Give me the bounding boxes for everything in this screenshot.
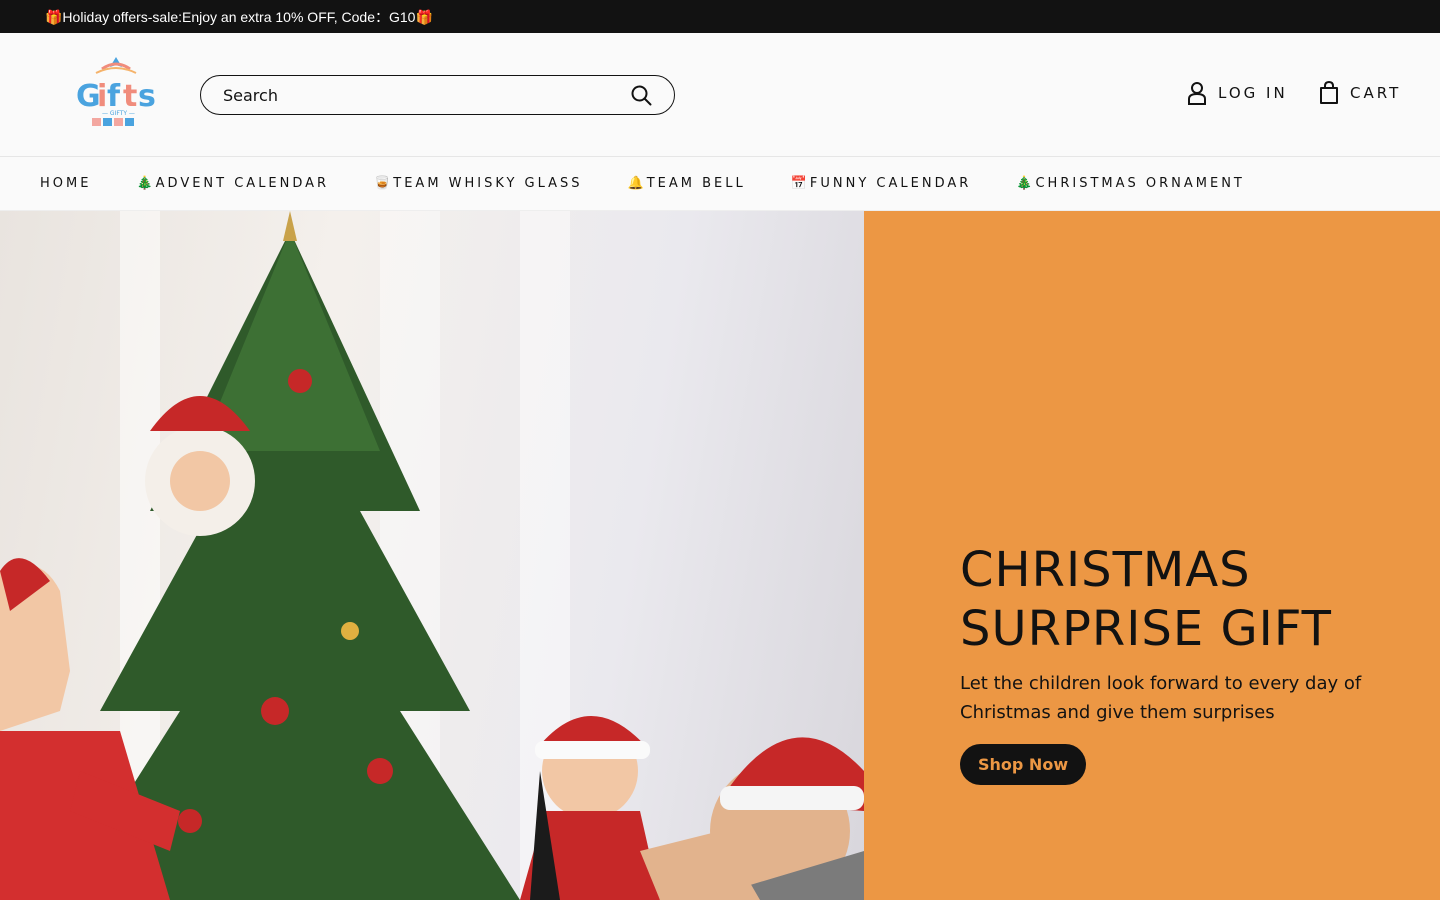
cart-label: CART (1350, 84, 1402, 102)
shop-now-button[interactable]: Shop Now (960, 744, 1087, 785)
nav-item-funny-calendar[interactable]: 📅FUNNY CALENDAR (791, 176, 972, 191)
user-icon (1188, 82, 1206, 105)
hero-panel: CHRISTMAS SURPRISE GIFT Let the children… (864, 211, 1440, 900)
search-icon (631, 85, 651, 105)
main-navigation: HOME 🎄ADVENT CALENDAR 🥃TEAM WHISKY GLASS… (0, 157, 1440, 211)
hero-title-line-2: SURPRISE GIFT (960, 601, 1332, 657)
search-box[interactable] (200, 75, 675, 115)
site-logo[interactable]: G i f t s — GIFTY — (72, 53, 160, 129)
hero-image (0, 211, 864, 900)
hero-content: CHRISTMAS SURPRISE GIFT Let the children… (960, 541, 1380, 785)
announcement-bar: 🎁Holiday offers-sale:Enjoy an extra 10% … (0, 0, 1440, 33)
hero-banner: CHRISTMAS SURPRISE GIFT Let the children… (0, 211, 1440, 900)
hero-description: Let the children look forward to every d… (960, 673, 1362, 723)
hero-title: CHRISTMAS SURPRISE GIFT (960, 541, 1380, 659)
family-christmas-tree-photo (0, 211, 864, 900)
site-header: G i f t s — GIFTY — LOG IN (0, 33, 1440, 157)
nav-item-team-bell[interactable]: 🔔TEAM BELL (628, 176, 746, 191)
svg-text:— GIFTY —: — GIFTY — (102, 110, 135, 117)
login-link[interactable]: LOG IN (1186, 81, 1288, 105)
svg-text:f: f (107, 79, 121, 114)
hero-title-line-1: CHRISTMAS (960, 542, 1251, 598)
announcement-text: 🎁Holiday offers-sale:Enjoy an extra 10% … (45, 8, 433, 25)
nav-item-christmas-ornament[interactable]: 🎄CHRISTMAS ORNAMENT (1016, 176, 1245, 191)
gifts-logo-image: G i f t s — GIFTY — (76, 57, 156, 126)
svg-text:s: s (138, 79, 156, 114)
shopping-bag-icon (1320, 81, 1338, 104)
search-input[interactable] (223, 85, 630, 105)
login-label: LOG IN (1218, 84, 1288, 102)
search-button[interactable] (630, 84, 652, 106)
svg-text:t: t (123, 79, 137, 114)
svg-text:i: i (97, 79, 107, 114)
nav-item-team-whisky-glass[interactable]: 🥃TEAM WHISKY GLASS (374, 176, 582, 191)
nav-item-home[interactable]: HOME (40, 176, 91, 191)
cart-link[interactable]: CART (1318, 81, 1401, 105)
nav-item-advent-calendar[interactable]: 🎄ADVENT CALENDAR (136, 176, 329, 191)
